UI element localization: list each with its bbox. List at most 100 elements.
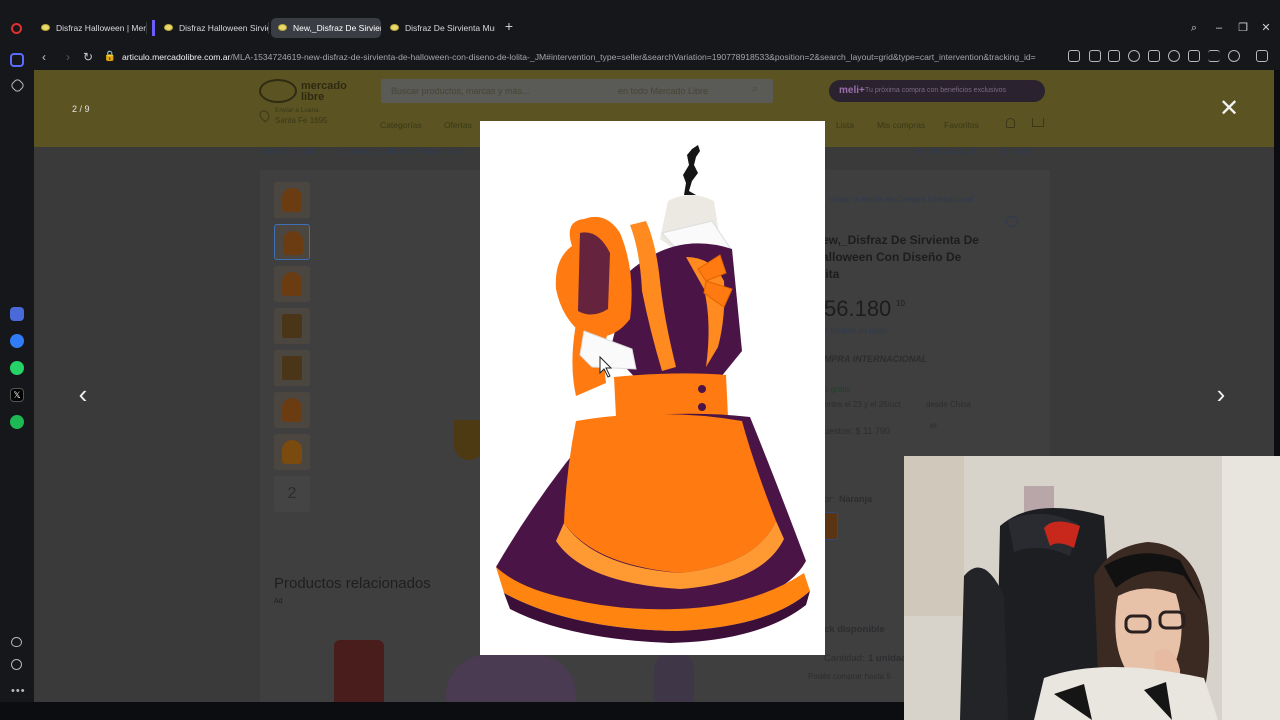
x-twitter-icon[interactable]: 𝕏	[10, 388, 24, 402]
product-title: ew,_Disfraz De Sirvienta De alloween Con…	[822, 233, 979, 281]
shield-icon[interactable]	[1128, 50, 1140, 62]
bottom-strip	[0, 702, 904, 720]
chevron-left-icon[interactable]: ‹	[69, 380, 97, 408]
tab-halloween-2[interactable]: Disfraz Halloween Sirvient	[157, 18, 269, 38]
mercadolibre-logo-icon[interactable]	[259, 79, 297, 103]
back-icon[interactable]: ‹	[36, 49, 52, 65]
tab-group-indicator	[152, 20, 155, 36]
stock-status: ck disponible	[824, 624, 885, 635]
address-bar: ‹ › ↻ 🔒 articulo.mercadolibre.com.ar/MLA…	[0, 44, 1280, 70]
tab-halloween-1[interactable]: Disfraz Halloween | Merca	[34, 18, 147, 38]
related-products-title: Productos relacionados	[274, 575, 431, 592]
back-to-list-link[interactable]: Volver al listado	[260, 147, 316, 156]
new-tab-plus-icon[interactable]: +	[503, 19, 515, 33]
thumbnail-2-selected[interactable]	[274, 224, 310, 260]
url-domain: articulo.mercadolibre.com.ar	[122, 52, 231, 62]
reader-icon[interactable]	[1068, 50, 1080, 62]
purchase-limit: Podés comprar hasta 5	[808, 672, 891, 681]
forward-icon[interactable]: ›	[60, 49, 76, 65]
location-line1[interactable]: Enviar a Luana	[275, 107, 319, 114]
quantity-value[interactable]: 1 unidad	[868, 653, 907, 664]
whatsapp-icon[interactable]	[10, 361, 24, 375]
store-link[interactable]: Visitar la tienda de Compra Internaciona…	[829, 195, 973, 204]
location-pin-icon	[257, 108, 272, 123]
tab-label: Disfraz Halloween | Merca	[56, 23, 147, 33]
lock-icon[interactable]: 🔒	[102, 49, 118, 65]
nav-favoritos[interactable]: Favoritos	[944, 120, 979, 130]
related-product-3[interactable]	[654, 650, 694, 702]
import-taxes: uestos: $ 11.790	[824, 426, 890, 436]
ml-search-input[interactable]: Buscar productos, marcas y más... en todo…	[381, 79, 773, 103]
color-label: or:	[824, 494, 835, 504]
international-badge: MPRA INTERNACIONAL	[824, 354, 928, 364]
cart-icon[interactable]	[1032, 118, 1044, 127]
chevron-right-icon[interactable]: ›	[1207, 380, 1235, 408]
favorites-heart-icon[interactable]	[11, 637, 22, 647]
meli-promo: Tu próxima compra con beneficios exclusi…	[865, 87, 1006, 94]
spotify-icon[interactable]	[10, 415, 24, 429]
close-window-icon[interactable]: ✕	[1258, 21, 1274, 35]
tab-separator	[146, 22, 147, 34]
reload-icon[interactable]: ↻	[80, 49, 96, 65]
aria-icon[interactable]	[10, 307, 24, 321]
search-tabs-icon[interactable]: ⌕	[1186, 21, 1202, 35]
thumbnail-more[interactable]: 2	[274, 476, 310, 512]
maid-costume-illustration	[496, 145, 810, 643]
history-icon[interactable]	[11, 659, 22, 670]
heart-icon[interactable]	[1168, 50, 1180, 62]
browser-tab-bar: Disfraz Halloween | Merca Disfraz Hallow…	[0, 0, 1280, 44]
related-product-1[interactable]	[334, 640, 384, 702]
tab-label: Disfraz Halloween Sirvient	[179, 23, 269, 33]
menu-icon[interactable]	[1208, 50, 1220, 62]
product-image[interactable]	[480, 121, 825, 655]
tab-sirvienta-murc[interactable]: Disfraz De Sirvienta Murc	[383, 18, 495, 38]
payment-methods-link[interactable]: s medios de pago	[824, 326, 887, 335]
thumbnail-7[interactable]	[274, 434, 310, 470]
delivery-dates: entre el 23 y el 26/oct	[824, 400, 901, 409]
close-icon[interactable]: ✕	[1217, 97, 1241, 122]
extensions-icon[interactable]	[1256, 50, 1268, 62]
more-icon[interactable]: •••	[11, 685, 26, 697]
tab-separator	[268, 22, 269, 34]
home-icon[interactable]	[10, 53, 24, 67]
product-price-cents: 10	[896, 299, 905, 308]
opera-logo-icon[interactable]	[11, 23, 22, 34]
import-taxes-cents: 88	[930, 424, 937, 430]
restore-icon[interactable]: ❐	[1235, 21, 1251, 35]
tab-sirvienta-active[interactable]: New,_Disfraz De Sirvienta	[271, 18, 381, 38]
sell-same-link[interactable]: Vender uno igual	[915, 147, 975, 156]
nav-ofertas[interactable]: Ofertas	[444, 120, 472, 130]
minimize-icon[interactable]: –	[1211, 21, 1227, 35]
browser-sidebar: 𝕏 •••	[0, 44, 34, 720]
share-link[interactable]: Compartir	[1000, 147, 1035, 156]
url-field[interactable]: articulo.mercadolibre.com.ar/MLA-1534724…	[122, 49, 1062, 65]
search-icon[interactable]: ⌕	[752, 83, 758, 96]
url-path: /MLA-1534724619-new-disfraz-de-sirvienta…	[230, 52, 1036, 62]
profile-icon[interactable]	[1228, 50, 1240, 62]
tab-label: New,_Disfraz De Sirvienta	[293, 23, 381, 33]
play-icon[interactable]	[1148, 50, 1160, 62]
breadcrumb[interactable]: Souvenirs, Cotillón y Fiestas > Cot	[339, 147, 462, 156]
mercadolibre-favicon-icon	[278, 24, 287, 31]
thumbnail-3[interactable]	[274, 266, 310, 302]
webcam-feed	[904, 456, 1280, 720]
thumbnail-6[interactable]	[274, 392, 310, 428]
edit-icon[interactable]	[1089, 50, 1101, 62]
camera-icon[interactable]	[1108, 50, 1120, 62]
messenger-icon[interactable]	[10, 334, 24, 348]
nav-lista[interactable]: Lista	[836, 120, 854, 130]
thumbnail-5[interactable]	[274, 350, 310, 386]
pinboard-icon[interactable]	[9, 77, 26, 94]
nav-mis-compras[interactable]: Mis compras	[877, 120, 925, 130]
download-icon[interactable]	[1188, 50, 1200, 62]
nav-categorias[interactable]: Categorías	[380, 120, 422, 130]
favorite-heart-icon[interactable]	[1006, 216, 1018, 227]
bell-icon[interactable]	[1006, 118, 1015, 128]
color-value: Naranja	[839, 494, 873, 504]
location-line2[interactable]: Santa Fe 1695	[275, 116, 327, 125]
related-product-2[interactable]	[446, 655, 576, 702]
delivery-origin: desde China	[926, 400, 971, 409]
thumbnail-4[interactable]	[274, 308, 310, 344]
meli-plus-banner[interactable]: meli+ Tu próxima compra con beneficios ex…	[829, 80, 1045, 102]
thumbnail-1[interactable]	[274, 182, 310, 218]
